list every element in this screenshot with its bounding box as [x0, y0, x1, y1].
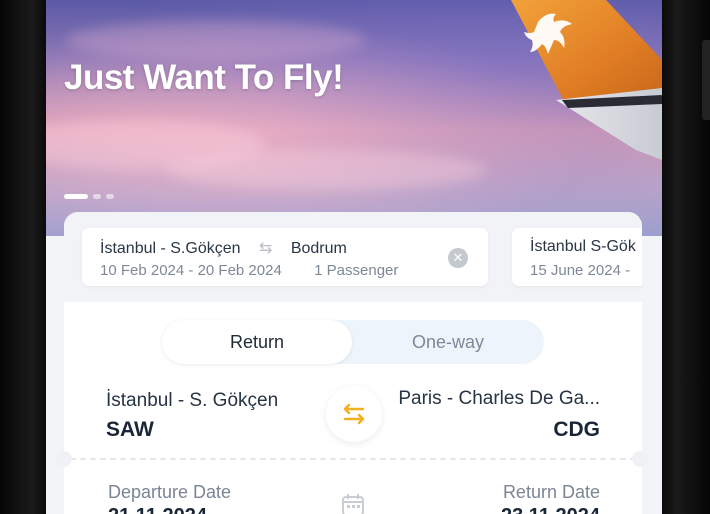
phone-bezel-left — [0, 0, 46, 514]
departure-date-value[interactable]: 21.11.2024 — [108, 505, 207, 514]
carousel-dot-active[interactable] — [64, 194, 88, 199]
departure-date-label: Departure Date — [108, 482, 232, 502]
return-date-value[interactable]: 23.11.2024 — [501, 505, 600, 514]
recent-search-card[interactable]: İstanbul - S.Gökçen ⇆ Bodrum 10 Feb 2024… — [82, 228, 488, 286]
carousel-indicator — [64, 194, 114, 199]
recent-search-origin: İstanbul S-Gök — [530, 238, 636, 255]
airplane-wing-image — [511, 0, 662, 160]
swap-arrows-icon: ⇆ — [258, 240, 273, 257]
destination-code[interactable]: CDG — [553, 418, 600, 442]
recent-search-details: 10 Feb 2024 - 20 Feb 2024 1 Passenger — [100, 262, 398, 279]
hero-cloud — [66, 20, 366, 60]
carousel-dot[interactable] — [93, 194, 101, 199]
recent-search-dates: 15 June 2024 - — [530, 262, 631, 279]
recent-searches-carousel[interactable]: İstanbul - S.Gökçen ⇆ Bodrum 10 Feb 2024… — [64, 212, 642, 302]
swap-route-button[interactable] — [326, 386, 382, 442]
origin-code[interactable]: SAW — [106, 418, 154, 442]
origin-city[interactable]: İstanbul - S. Gökçen — [106, 390, 278, 412]
return-date-label: Return Date — [502, 482, 600, 502]
ticket-notch-right — [632, 451, 648, 467]
recent-search-origin: İstanbul - S.Gökçen — [100, 240, 241, 257]
recent-search-card[interactable]: İstanbul S-Gök 15 June 2024 - — [512, 228, 642, 286]
hero-cloud — [166, 150, 486, 190]
recent-search-passengers: 1 Passenger — [314, 262, 399, 279]
recent-search-dates: 10 Feb 2024 - 20 Feb 2024 — [100, 262, 282, 279]
close-circle-icon[interactable]: ✕ — [448, 248, 468, 268]
ticket-notch-left — [56, 451, 72, 467]
hero-banner[interactable]: Just Want To Fly! — [46, 0, 662, 236]
phone-side-button — [702, 40, 710, 120]
carousel-dot[interactable] — [106, 194, 114, 199]
swap-arrows-icon — [343, 403, 365, 425]
tab-one-way[interactable]: One-way — [352, 320, 544, 364]
ticket-divider — [70, 458, 636, 460]
calendar-icon[interactable] — [340, 492, 366, 514]
tab-return[interactable]: Return — [162, 320, 352, 364]
phone-frame: Just Want To Fly! İstanbul - S.Gökçen ⇆ … — [0, 0, 710, 514]
trip-type-toggle: Return One-way — [162, 320, 544, 364]
app-screen: Just Want To Fly! İstanbul - S.Gökçen ⇆ … — [46, 0, 662, 514]
recent-search-destination: Bodrum — [290, 240, 347, 257]
destination-city[interactable]: Paris - Charles De Ga... — [398, 388, 600, 410]
hero-title: Just Want To Fly! — [64, 58, 344, 97]
recent-search-route: İstanbul - S.Gökçen ⇆ Bodrum — [100, 238, 347, 258]
